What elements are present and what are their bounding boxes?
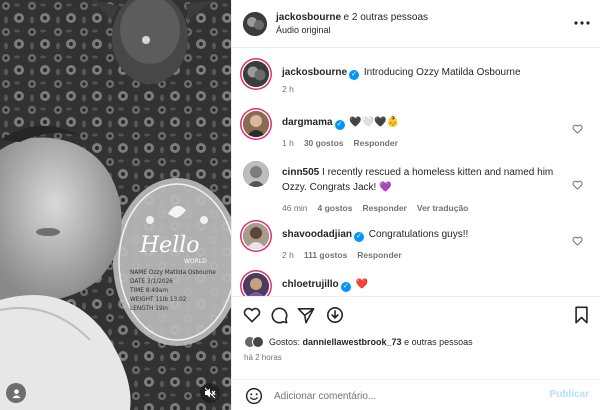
reply-button[interactable]: Responder <box>354 136 398 151</box>
comment-item: chloetrujillo ✓ ❤️ <box>243 273 593 296</box>
likes-summary[interactable]: Gostos: danniellawestbrook_73 e outras p… <box>244 334 473 350</box>
muted-speaker-icon <box>204 387 216 399</box>
caption-username[interactable]: jackosbourne <box>282 67 347 78</box>
caption-body: jackosbourne ✓ Introducing Ozzy Matilda O… <box>282 65 572 97</box>
comment-text: 🖤🤍🖤👶 <box>349 117 400 128</box>
comment-likes[interactable]: 30 gostos <box>304 136 344 151</box>
coauthors-text[interactable]: e 2 outras pessoas <box>344 12 429 23</box>
header-text: jackosbourne e 2 outras pessoas Áudio or… <box>276 11 428 36</box>
like-comment-button[interactable] <box>571 123 583 135</box>
like-comment-button[interactable] <box>571 235 583 247</box>
person-icon <box>11 388 21 398</box>
remix-button[interactable] <box>325 305 345 325</box>
card-line-1: NAME Ozzy Matilda Osbourne <box>130 270 216 276</box>
comment-username[interactable]: chloetrujillo <box>282 279 339 290</box>
comment-username[interactable]: dargmama <box>282 117 333 128</box>
verified-badge-icon: ✓ <box>354 232 365 242</box>
comment-likes[interactable]: 4 gostos <box>318 201 353 216</box>
card-line-2: DATE 3/1/2026 <box>130 279 173 285</box>
instagram-post-view: Hello WORLD NAME Ozzy Matilda Osbourne D… <box>0 0 600 410</box>
comment-item: dargmama ✓ 🖤🤍🖤👶 1 h 30 gostos Responder <box>243 111 593 153</box>
verified-badge-icon: ✓ <box>349 70 360 80</box>
share-icon <box>297 307 315 323</box>
comment-avatar[interactable] <box>243 273 269 296</box>
comment-avatar[interactable] <box>243 161 269 187</box>
heart-icon <box>243 307 261 323</box>
post-details-panel: jackosbourne e 2 outras pessoas Áudio or… <box>231 0 600 410</box>
audio-label[interactable]: Áudio original <box>276 24 428 36</box>
comment-body: chloetrujillo ✓ ❤️ <box>282 277 572 292</box>
comment-input[interactable] <box>274 386 534 406</box>
comment-text: Congratulations guys!! <box>368 229 469 240</box>
comment-icon <box>271 307 288 324</box>
post-photo: Hello WORLD NAME Ozzy Matilda Osbourne D… <box>0 0 231 410</box>
heart-icon <box>572 180 582 190</box>
comment-time: 2 h <box>282 250 294 260</box>
more-horizontal-icon <box>574 21 590 25</box>
verified-badge-icon: ✓ <box>334 120 345 130</box>
add-comment-bar: Publicar <box>232 379 600 410</box>
post-media[interactable]: Hello WORLD NAME Ozzy Matilda Osbourne D… <box>0 0 231 410</box>
author-avatar[interactable] <box>243 11 267 36</box>
comment-item: shavoodadjian ✓ Congratulations guys!! 2 … <box>243 223 593 265</box>
comment-likes[interactable]: 111 gostos <box>304 248 347 263</box>
comment-body: shavoodadjian ✓ Congratulations guys!! 2 … <box>282 227 572 263</box>
likes-username[interactable]: danniellawestbrook_73 <box>303 337 402 347</box>
comment-avatar[interactable] <box>243 111 269 137</box>
comment-meta: 46 min 4 gostos Responder Ver tradução <box>282 201 572 216</box>
comment-meta: 2 h 111 gostos Responder <box>282 248 572 263</box>
like-comment-button[interactable] <box>571 179 583 191</box>
caption-text: Introducing Ozzy Matilda Osbourne <box>363 67 521 78</box>
caption-meta: 2 h <box>282 82 572 97</box>
comment-time: 1 h <box>282 138 294 148</box>
card-world: WORLD <box>184 258 207 265</box>
emoji-button[interactable] <box>244 386 264 406</box>
post-caption: jackosbourne ✓ Introducing Ozzy Matilda O… <box>243 61 593 101</box>
caption-avatar[interactable] <box>243 61 269 87</box>
author-username[interactable]: jackosbourne <box>276 12 341 23</box>
likes-suffix[interactable]: e outras pessoas <box>404 337 473 347</box>
like-post-button[interactable] <box>242 305 262 325</box>
liker-avatar <box>252 336 264 348</box>
emoji-icon <box>245 387 263 405</box>
bookmark-icon <box>574 306 588 324</box>
likes-text: Gostos: danniellawestbrook_73 e outras p… <box>269 337 473 347</box>
card-hello: Hello <box>139 233 200 258</box>
comment-username[interactable]: shavoodadjian <box>282 229 352 240</box>
likes-prefix: Gostos: <box>269 337 301 347</box>
caption-time: 2 h <box>282 84 294 94</box>
comment-avatar[interactable] <box>243 223 269 249</box>
post-timestamp[interactable]: há 2 horas <box>244 353 282 362</box>
comment-meta: 1 h 30 gostos Responder <box>282 136 572 151</box>
card-line-3: TIME 8:49am <box>129 288 168 294</box>
see-translation-button[interactable]: Ver tradução <box>417 201 469 216</box>
share-post-button[interactable] <box>296 305 316 325</box>
comment-username[interactable]: cinn505 <box>282 167 319 178</box>
card-line-5: LENGTH 19in <box>130 306 168 312</box>
download-circle-icon <box>326 306 344 324</box>
comment-time: 46 min <box>282 203 308 213</box>
card-line-4: WEIGHT 11lb 13.02 <box>130 297 187 303</box>
post-header: jackosbourne e 2 outras pessoas Áudio or… <box>232 0 600 48</box>
comment-post-button[interactable] <box>269 305 289 325</box>
post-actions-bar <box>232 296 600 332</box>
comment-body: cinn505 I recently rescued a homeless ki… <box>282 165 572 216</box>
heart-icon <box>572 124 582 134</box>
comment-item: cinn505 I recently rescued a homeless ki… <box>243 161 593 221</box>
tagged-people-button[interactable] <box>6 383 26 403</box>
verified-badge-icon: ✓ <box>340 282 351 292</box>
comment-text: I recently rescued a homeless kitten and… <box>282 167 554 193</box>
comment-body: dargmama ✓ 🖤🤍🖤👶 1 h 30 gostos Responder <box>282 115 572 151</box>
publish-button[interactable]: Publicar <box>550 389 589 400</box>
comments-list[interactable]: jackosbourne ✓ Introducing Ozzy Matilda O… <box>232 49 600 296</box>
reply-button[interactable]: Responder <box>362 201 406 216</box>
comment-text: ❤️ <box>355 279 368 290</box>
mute-toggle-button[interactable] <box>200 383 220 403</box>
heart-icon <box>572 236 582 246</box>
save-post-button[interactable] <box>571 305 591 325</box>
more-options-button[interactable] <box>573 14 591 32</box>
reply-button[interactable]: Responder <box>357 248 401 263</box>
